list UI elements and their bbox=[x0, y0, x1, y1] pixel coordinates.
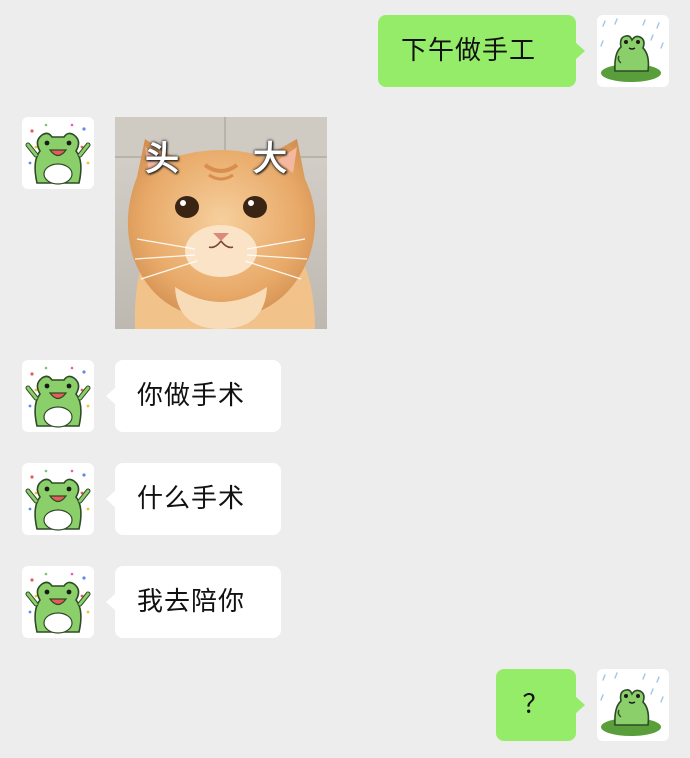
message-text: ？ bbox=[522, 690, 550, 720]
message-bubble-received[interactable]: 你做手术 bbox=[106, 360, 281, 432]
friend-avatar[interactable] bbox=[22, 463, 94, 535]
sticker-caption-left: 头 bbox=[145, 139, 179, 179]
friend-avatar[interactable] bbox=[22, 566, 94, 638]
message-bubble-sent[interactable]: ？ bbox=[496, 669, 585, 741]
message-text: 下午做手工 bbox=[401, 36, 537, 66]
cat-sticker-image[interactable]: 头 大 bbox=[115, 117, 327, 329]
message-bubble-received[interactable]: 我去陪你 bbox=[106, 566, 281, 638]
cheering-frog-icon bbox=[25, 123, 91, 185]
message-bubble-sent[interactable]: 下午做手工 bbox=[378, 15, 585, 87]
frog-on-lily-pad-icon bbox=[600, 672, 664, 736]
message-bubble-received[interactable]: 什么手术 bbox=[106, 463, 281, 535]
sticker-caption-right: 大 bbox=[253, 139, 287, 179]
cheering-frog-icon bbox=[25, 572, 91, 634]
my-avatar[interactable] bbox=[597, 15, 669, 87]
message-text: 什么手术 bbox=[137, 484, 246, 514]
message-text: 你做手术 bbox=[137, 381, 246, 411]
message-text: 我去陪你 bbox=[137, 587, 246, 617]
friend-avatar[interactable] bbox=[22, 360, 94, 432]
friend-avatar[interactable] bbox=[22, 117, 94, 189]
cheering-frog-icon bbox=[25, 366, 91, 428]
my-avatar[interactable] bbox=[597, 669, 669, 741]
frog-on-lily-pad-icon bbox=[600, 18, 664, 82]
cheering-frog-icon bbox=[25, 469, 91, 531]
